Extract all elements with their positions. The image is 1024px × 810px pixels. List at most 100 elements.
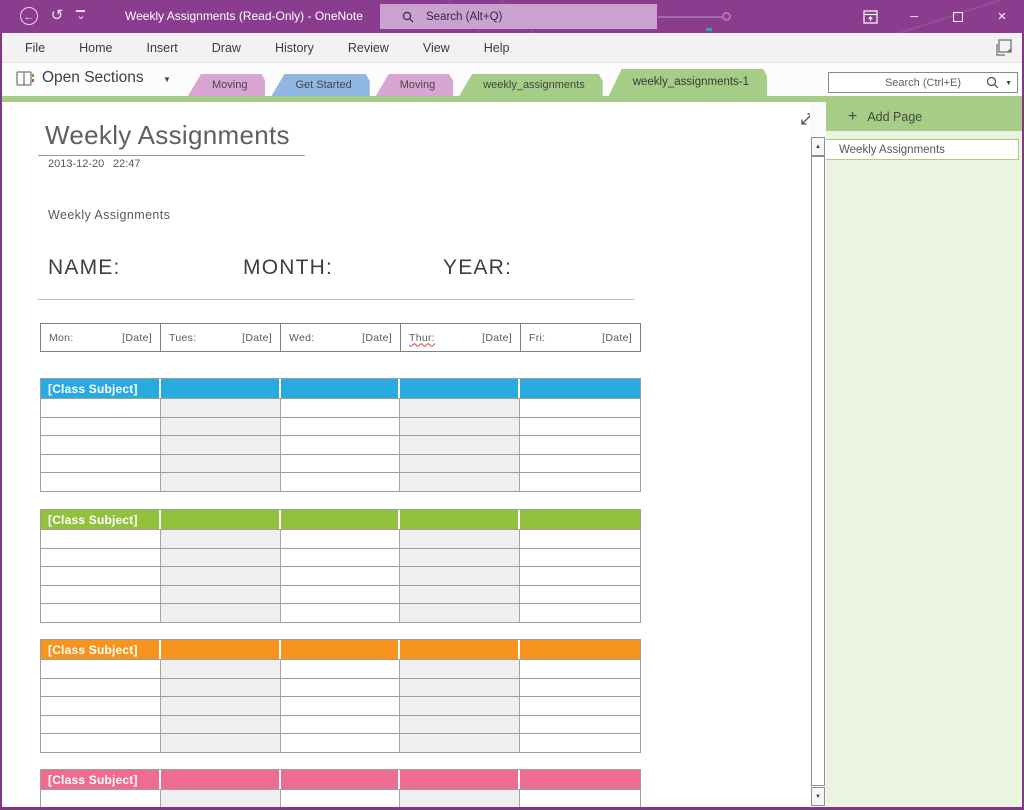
section-tab-moving[interactable]: Moving [376, 74, 453, 96]
table-cell [41, 399, 161, 417]
table-cell [161, 473, 281, 491]
table-cell [520, 530, 640, 548]
scrollbar-thumb[interactable] [811, 156, 825, 786]
class-table-header-cell [281, 379, 401, 398]
menu-item-help[interactable]: Help [467, 33, 527, 63]
weekday-cell: Thur:[Date] [401, 324, 521, 351]
table-cell [400, 530, 520, 548]
class-table-header-cell: [Class Subject] [41, 770, 161, 789]
menu-item-view[interactable]: View [406, 33, 467, 63]
table-cell [400, 716, 520, 734]
full-page-view-icon[interactable] [994, 38, 1014, 58]
open-sections-dropdown[interactable]: Open Sections [42, 69, 144, 87]
table-cell [520, 790, 640, 807]
table-cell [520, 567, 640, 585]
vertical-scrollbar[interactable]: ▲ ▼ [810, 102, 826, 807]
class-table-header-cell [520, 770, 640, 789]
menu-item-draw[interactable]: Draw [195, 33, 258, 63]
table-cell [41, 436, 161, 454]
full-page-view-expand-icon[interactable] [798, 110, 810, 128]
section-search-input[interactable]: Search (Ctrl+E) ▼ [828, 72, 1018, 93]
class-table-header-cell [161, 770, 281, 789]
minimize-button[interactable]: ─ [892, 0, 936, 33]
section-tab-weekly_assignments[interactable]: weekly_assignments [459, 74, 603, 96]
table-cell [520, 660, 640, 678]
table-row [41, 566, 640, 585]
class-subject-table: [Class Subject] [40, 509, 641, 623]
table-cell [281, 716, 401, 734]
date-placeholder: [Date] [482, 332, 512, 344]
menu-item-home[interactable]: Home [62, 33, 129, 63]
notebook-icon [16, 71, 34, 92]
table-cell [281, 586, 401, 604]
weekday-header-table: Mon:[Date]Tues:[Date]Wed:[Date]Thur:[Dat… [40, 323, 641, 352]
table-row [41, 715, 640, 734]
table-cell [161, 790, 281, 807]
table-cell [41, 418, 161, 436]
table-cell [281, 660, 401, 678]
table-cell [281, 567, 401, 585]
menu-item-insert[interactable]: Insert [130, 33, 195, 63]
menu-item-file[interactable]: File [8, 33, 62, 63]
chevron-down-icon[interactable]: ▼ [163, 75, 171, 84]
table-cell [400, 549, 520, 567]
maximize-button[interactable] [936, 0, 980, 33]
weekday-label: Fri: [529, 332, 545, 344]
page-list-item[interactable]: Weekly Assignments [826, 139, 1019, 160]
table-cell [41, 660, 161, 678]
class-table-header-row: [Class Subject] [41, 770, 640, 789]
add-page-button[interactable]: + Add Page [826, 102, 1022, 131]
plus-icon: + [848, 108, 857, 126]
table-cell [400, 734, 520, 752]
page-time: 22:47 [113, 158, 141, 170]
close-button[interactable]: ✕ [980, 0, 1024, 33]
section-tab-weekly_assignments-1[interactable]: weekly_assignments-1 [609, 69, 767, 96]
date-placeholder: [Date] [122, 332, 152, 344]
table-cell [281, 734, 401, 752]
table-cell [520, 399, 640, 417]
section-tab-moving[interactable]: Moving [188, 74, 265, 96]
table-cell [400, 660, 520, 678]
undo-icon[interactable]: ↺ [48, 7, 66, 25]
table-cell [161, 586, 281, 604]
chevron-down-icon[interactable]: ▼ [1005, 80, 1012, 87]
table-cell [281, 604, 401, 622]
titlebar-search-input[interactable]: Search (Alt+Q) [380, 4, 657, 29]
class-subject-label: [Class Subject] [41, 513, 138, 527]
table-row [41, 603, 640, 622]
class-table-header-cell [520, 510, 640, 529]
table-cell [41, 734, 161, 752]
table-row [41, 696, 640, 715]
titlebar-decoration-node [722, 12, 731, 21]
table-cell [161, 660, 281, 678]
table-cell [161, 716, 281, 734]
table-cell [41, 679, 161, 697]
table-cell [161, 418, 281, 436]
table-cell [400, 697, 520, 715]
table-cell [281, 473, 401, 491]
menu-item-review[interactable]: Review [331, 33, 406, 63]
name-field-label: NAME: [48, 256, 121, 280]
scroll-down-icon[interactable]: ▼ [811, 787, 825, 806]
table-cell [161, 679, 281, 697]
class-table-header-row: [Class Subject] [41, 640, 640, 659]
quick-access-toolbar-chevron-icon[interactable]: ⌄ [74, 7, 88, 25]
table-cell [41, 530, 161, 548]
section-search-placeholder: Search (Ctrl+E) [885, 77, 961, 89]
horizontal-rule [38, 299, 634, 300]
table-cell [161, 530, 281, 548]
scroll-up-icon[interactable]: ▲ [811, 137, 825, 156]
table-cell [41, 567, 161, 585]
ribbon-display-options-icon[interactable] [848, 0, 892, 33]
table-cell [161, 399, 281, 417]
table-cell [161, 604, 281, 622]
table-cell [520, 418, 640, 436]
table-cell [41, 790, 161, 807]
menu-item-history[interactable]: History [258, 33, 331, 63]
titlebar-search-placeholder: Search (Alt+Q) [426, 11, 502, 23]
ribbon-menu-bar: FileHomeInsertDrawHistoryReviewViewHelp [0, 33, 1024, 63]
back-icon[interactable]: ← [20, 7, 38, 25]
table-row [41, 417, 640, 436]
section-tab-get-started[interactable]: Get Started [271, 74, 369, 96]
table-cell [41, 549, 161, 567]
